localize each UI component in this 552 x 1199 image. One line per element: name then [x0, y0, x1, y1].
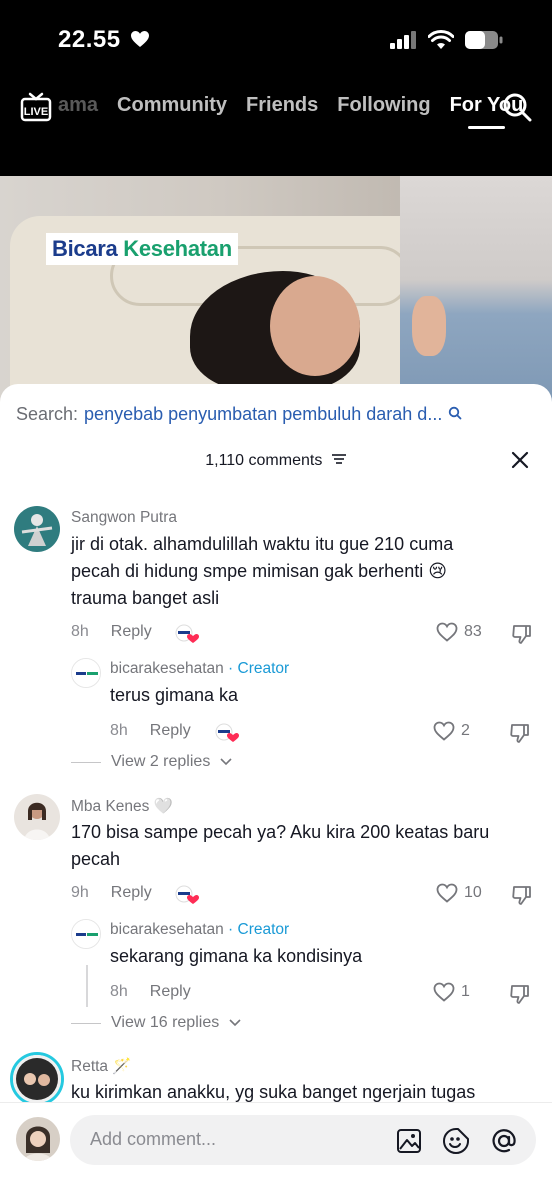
reply-button[interactable]: Reply	[111, 623, 152, 641]
live-icon[interactable]: LIVE	[20, 90, 52, 127]
avatar[interactable]	[14, 794, 60, 840]
tab-friends[interactable]: Friends	[246, 94, 318, 117]
comment-text: jir di otak. alhamdulillah waktu itu gue…	[71, 534, 454, 608]
top-navigation: LIVE ama Community Friends Following For…	[0, 80, 552, 176]
search-small-icon	[448, 404, 462, 425]
user-avatar[interactable]	[16, 1117, 60, 1161]
reply-text: sekarang gimana ka kondisinya	[110, 946, 363, 966]
comment-input[interactable]: Add comment...	[70, 1115, 536, 1165]
wifi-icon	[427, 30, 455, 55]
like-count: 2	[461, 722, 470, 739]
video-standing-person	[400, 176, 552, 406]
dislike-icon[interactable]	[511, 623, 533, 650]
comment-text: 170 bisa sampe pecah ya? Aku kira 200 ke…	[71, 822, 490, 869]
search-query[interactable]: penyebab penyumbatan pembuluh darah d...	[84, 404, 442, 425]
divider	[71, 761, 101, 763]
heart-outline-icon	[436, 622, 458, 642]
dislike-icon[interactable]	[511, 884, 533, 911]
like-button[interactable]: 2	[433, 721, 470, 741]
creator-liked-icon	[174, 885, 200, 904]
reply-username[interactable]: bicarakesehatan · Creator	[110, 660, 289, 678]
tab-drama[interactable]: ama	[58, 94, 98, 117]
search-suggestion[interactable]: Search: penyebab penyumbatan pembuluh da…	[16, 404, 462, 425]
search-prefix: Search:	[16, 404, 79, 424]
like-button[interactable]: 10	[436, 883, 482, 903]
reply-meta: 8h Reply	[110, 722, 191, 740]
avatar[interactable]	[14, 506, 60, 552]
reply-button[interactable]: Reply	[150, 983, 191, 1001]
reply-meta: 8h Reply	[110, 983, 191, 1001]
chevron-down-icon	[220, 758, 232, 766]
story-avatar[interactable]	[10, 1052, 64, 1106]
reply-text: terus gimana ka	[110, 685, 239, 705]
creator-liked-icon	[174, 624, 200, 643]
reply-username[interactable]: bicarakesehatan · Creator	[110, 921, 289, 939]
like-button[interactable]: 1	[433, 982, 470, 1002]
heart-outline-icon	[433, 982, 455, 1002]
creator-badge: · Creator	[223, 921, 290, 938]
dislike-icon[interactable]	[509, 983, 531, 1010]
close-icon[interactable]	[510, 450, 530, 475]
video-overlay-title: Bicara Kesehatan	[46, 233, 238, 265]
emoji-icon[interactable]	[442, 1127, 470, 1160]
comment-time: 9h	[71, 884, 89, 901]
signal-icon	[390, 31, 418, 54]
sort-icon[interactable]	[331, 452, 347, 470]
video-hand	[412, 296, 446, 356]
reply-time: 8h	[110, 722, 128, 739]
video-player[interactable]: Bicara Kesehatan	[0, 176, 552, 406]
comment-username[interactable]: Mba Kenes 🤍	[71, 797, 173, 816]
comment-placeholder: Add comment...	[90, 1129, 217, 1149]
view-replies-button[interactable]: View 16 replies	[71, 1014, 241, 1032]
creator-avatar[interactable]	[71, 919, 101, 949]
search-icon[interactable]	[502, 92, 532, 127]
creator-liked-icon	[214, 723, 240, 742]
tab-community[interactable]: Community	[117, 94, 227, 117]
thread-line	[86, 965, 88, 1007]
composer-actions	[396, 1127, 518, 1160]
comment-meta: 8h Reply	[71, 623, 152, 641]
image-icon[interactable]	[396, 1128, 422, 1159]
comments-sheet: Search: penyebab penyumbatan pembuluh da…	[0, 384, 552, 1199]
chevron-down-icon	[229, 1019, 241, 1027]
view-replies-label: View 2 replies	[111, 753, 211, 770]
status-time: 22.55	[58, 26, 121, 53]
dislike-icon[interactable]	[509, 722, 531, 749]
tab-following[interactable]: Following	[337, 94, 430, 117]
like-count: 1	[461, 983, 470, 1000]
heart-outline-icon	[433, 721, 455, 741]
svg-text:LIVE: LIVE	[24, 106, 48, 118]
comments-count: 1,110 comments	[205, 452, 323, 470]
creator-badge: · Creator	[223, 660, 290, 677]
view-replies-label: View 16 replies	[111, 1014, 220, 1031]
reply-button[interactable]: Reply	[150, 722, 191, 740]
comment-time: 8h	[71, 623, 89, 640]
like-count: 10	[464, 884, 482, 901]
divider	[71, 1022, 101, 1024]
battery-icon	[464, 30, 504, 55]
reply-button[interactable]: Reply	[111, 884, 152, 902]
comment-composer: Add comment...	[0, 1102, 552, 1199]
like-button[interactable]: 83	[436, 622, 482, 642]
comments-count-header[interactable]: 1,110 comments	[0, 452, 552, 470]
like-count: 83	[464, 623, 482, 640]
mention-icon[interactable]	[490, 1127, 518, 1160]
comment-meta: 9h Reply	[71, 884, 152, 902]
nav-tabs: ama Community Friends Following For You	[58, 94, 523, 129]
comment-username[interactable]: Sangwon Putra	[71, 509, 177, 527]
heart-outline-icon	[436, 883, 458, 903]
status-icons	[390, 30, 504, 55]
reply-time: 8h	[110, 983, 128, 1000]
creator-avatar[interactable]	[71, 658, 101, 688]
view-replies-button[interactable]: View 2 replies	[71, 753, 232, 771]
video-patient-face	[270, 276, 360, 376]
comment-username[interactable]: Retta 🪄	[71, 1057, 132, 1076]
heart-icon	[130, 30, 150, 53]
status-bar: 22.55	[0, 0, 552, 80]
